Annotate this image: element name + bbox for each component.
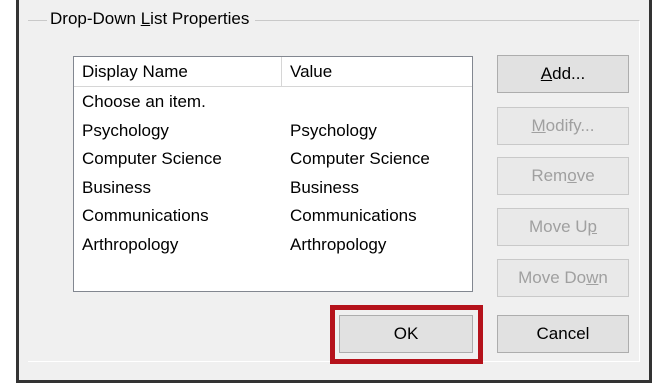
screen: Drop-Down List Properties Display Name V… (0, 0, 654, 385)
button-label-part: dd... (552, 64, 586, 83)
group-title-accelerator: L (140, 9, 151, 28)
column-header-value[interactable]: Value (282, 57, 472, 86)
group-title: Drop-Down List Properties (47, 8, 256, 30)
display-name-cell: Business (82, 177, 151, 197)
button-accelerator: A (540, 64, 553, 83)
button-accelerator: M (531, 116, 546, 135)
value-cell: Psychology (290, 120, 377, 140)
list-item[interactable]: Communications Communications (74, 202, 472, 231)
move-down-button[interactable]: Move Down (497, 259, 629, 297)
display-name-cell: Arthropology (82, 234, 179, 254)
remove-button[interactable]: Remove (497, 157, 629, 195)
choices-list[interactable]: Display Name Value Choose an item. Psych… (73, 56, 473, 292)
button-accelerator: p (587, 217, 598, 236)
button-label-part: Move Do (518, 268, 587, 287)
modify-button[interactable]: Modify... (497, 107, 629, 145)
display-name-cell: Communications (82, 206, 209, 226)
button-accelerator: o (567, 166, 577, 185)
list-item[interactable]: Computer Science Computer Science (74, 145, 472, 174)
cancel-button[interactable]: Cancel (497, 315, 629, 353)
value-cell: Business (290, 177, 359, 197)
dropdown-properties-dialog: Drop-Down List Properties Display Name V… (16, 0, 652, 383)
button-label-part: odify... (545, 116, 595, 135)
button-label-part: Rem (531, 166, 568, 185)
add-button[interactable]: Add... (497, 55, 629, 93)
column-header-display-name[interactable]: Display Name (74, 57, 282, 86)
group-title-part: Drop-Down (50, 9, 141, 28)
button-label-part: ve (576, 166, 595, 185)
list-item[interactable]: Business Business (74, 174, 472, 203)
button-label-part: Move U (528, 217, 588, 236)
value-cell: Computer Science (290, 149, 430, 169)
group-title-part: ist Properties (150, 9, 250, 28)
ok-button[interactable]: OK (339, 315, 473, 353)
list-header: Display Name Value (74, 57, 472, 87)
list-item[interactable]: Choose an item. (74, 88, 472, 117)
list-item[interactable]: Arthropology Arthropology (74, 231, 472, 260)
display-name-cell: Computer Science (82, 149, 222, 169)
button-label-part: n (598, 268, 608, 287)
value-cell: Communications (290, 206, 417, 226)
display-name-cell: Choose an item. (82, 92, 206, 111)
list-rows: Choose an item. Psychology Psychology Co… (74, 88, 472, 260)
display-name-cell: Psychology (82, 120, 169, 140)
move-up-button[interactable]: Move Up (497, 208, 629, 246)
list-item[interactable]: Psychology Psychology (74, 117, 472, 146)
button-accelerator: w (586, 268, 599, 287)
value-cell: Arthropology (290, 234, 387, 254)
